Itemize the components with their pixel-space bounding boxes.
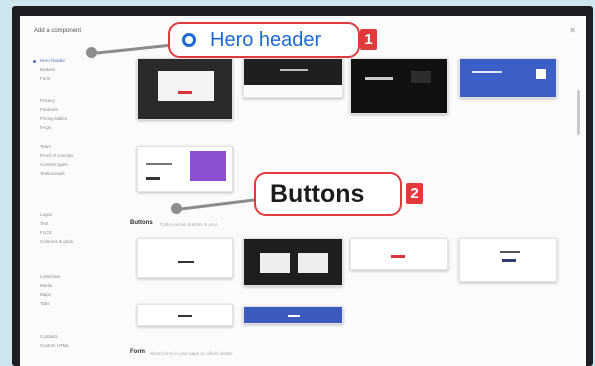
- sidebar-item-pricing[interactable]: Pricing tables: [40, 116, 67, 121]
- hero-template-3[interactable]: [350, 58, 448, 114]
- button-template-4[interactable]: [459, 238, 557, 282]
- sidebar-item-tabs[interactable]: Tabs: [40, 301, 50, 306]
- callout-1-text: Hero header: [210, 29, 322, 51]
- sidebar-item-media[interactable]: Media: [40, 283, 52, 288]
- sidebar-item-form[interactable]: Form: [40, 76, 51, 81]
- sidebar-item-privacy[interactable]: Privacy: [40, 98, 55, 103]
- callout-2-dot: [171, 203, 182, 214]
- callout-2-badge: 2: [406, 183, 423, 204]
- sidebar-item-maps[interactable]: Maps: [40, 292, 51, 297]
- callout-1-badge: 1: [360, 29, 377, 50]
- sidebar-item-faqs[interactable]: FAQs: [40, 125, 51, 130]
- close-icon[interactable]: ✕: [569, 26, 576, 35]
- sidebar-item-text[interactable]: Text: [40, 221, 48, 226]
- sidebar-item-lists[interactable]: Lists/rows: [40, 274, 60, 279]
- sidebar-item-hero-header[interactable]: Hero header: [40, 58, 65, 63]
- button-template-5[interactable]: [137, 304, 233, 326]
- buttons-section-title: Buttons: [130, 220, 153, 226]
- scrollbar[interactable]: [577, 60, 581, 360]
- active-bullet-icon: [33, 60, 36, 63]
- sidebar-item-contacts[interactable]: Contacts: [40, 334, 58, 339]
- hero-template-1[interactable]: [137, 58, 233, 120]
- sidebar-item-content-types[interactable]: Content types: [40, 162, 68, 167]
- callout-buttons: Buttons: [254, 172, 402, 216]
- sidebar-item-buttons[interactable]: Buttons: [40, 67, 55, 72]
- form-section-desc: Short forms in your page to collect deta…: [150, 351, 233, 356]
- hero-template-4[interactable]: [459, 58, 557, 98]
- hero-template-5[interactable]: [137, 146, 233, 192]
- callout-2-text: Buttons: [270, 180, 365, 208]
- sidebar-item-columns[interactable]: Columns & grids: [40, 239, 73, 244]
- form-section-title: Form: [130, 349, 145, 355]
- scrollbar-thumb[interactable]: [577, 90, 580, 135]
- component-sidebar: Hero header Buttons Form Privacy Feature…: [20, 16, 120, 366]
- sidebar-item-proof[interactable]: Proof of concept: [40, 153, 73, 158]
- sidebar-item-flcs[interactable]: FLCS: [40, 230, 52, 235]
- button-template-3[interactable]: [350, 238, 448, 270]
- callout-hero-header: Hero header: [168, 22, 360, 58]
- button-template-6[interactable]: [243, 306, 343, 324]
- sidebar-item-logos[interactable]: Logos: [40, 212, 52, 217]
- sidebar-item-features[interactable]: Features: [40, 107, 58, 112]
- callout-1-dot: [86, 47, 97, 58]
- sidebar-item-custom-html[interactable]: Custom HTML: [40, 343, 69, 348]
- hero-template-2[interactable]: [243, 58, 343, 98]
- buttons-section-desc: Call-to-action buttons in your: [160, 222, 218, 227]
- sidebar-item-team[interactable]: Team: [40, 144, 51, 149]
- button-template-2[interactable]: [243, 238, 343, 286]
- radio-icon: [182, 33, 196, 47]
- button-template-1[interactable]: [137, 238, 233, 278]
- sidebar-item-testimonials[interactable]: Testimonials: [40, 171, 65, 176]
